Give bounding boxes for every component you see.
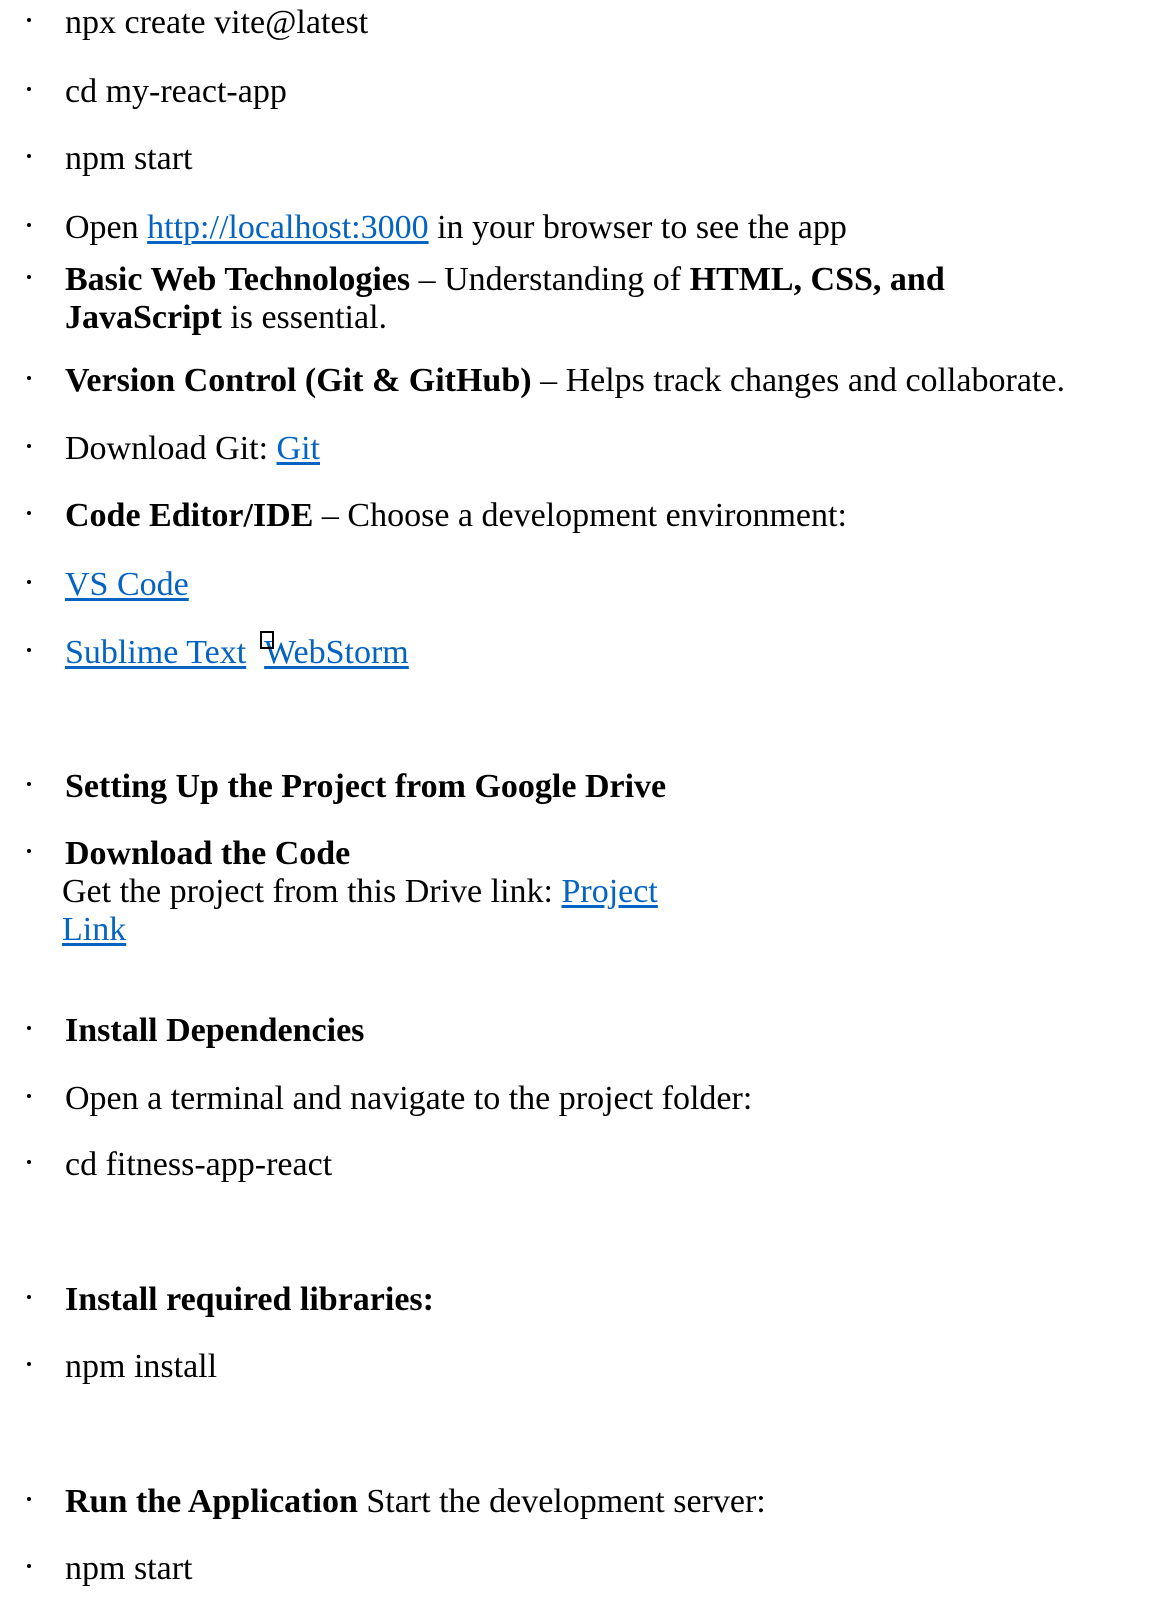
bullet-icon	[27, 87, 31, 91]
emphasis-text: HTML, CSS, and	[689, 261, 945, 298]
bullet-icon	[27, 511, 31, 515]
section-heading: Install Dependencies	[65, 1012, 365, 1049]
sublime-text-link[interactable]: Sublime Text	[65, 634, 246, 671]
bullet-icon	[27, 580, 31, 584]
heading-text: Code Editor/IDE	[65, 497, 314, 534]
bullet-icon	[27, 275, 31, 279]
list-item-text: cd my-react-app	[65, 73, 287, 110]
download-git-text: Download Git:	[65, 430, 277, 467]
git-link[interactable]: Git	[277, 430, 320, 467]
bullet-icon	[27, 849, 31, 853]
list-item-text: Open http://localhost:3000 in your brows…	[65, 209, 847, 247]
webstorm-link[interactable]: WebStorm	[264, 634, 409, 671]
heading-text: Version Control (Git & GitHub)	[65, 362, 532, 399]
bullet-icon	[27, 444, 31, 448]
project-link-continued[interactable]: Link	[62, 911, 126, 948]
description-text: – Helps track changes and collaborate.	[531, 362, 1065, 399]
bullet-icon	[27, 782, 31, 786]
bullet-icon	[27, 1026, 31, 1030]
section-heading: Setting Up the Project from Google Drive	[65, 768, 667, 805]
list-item-text: npm install	[65, 1348, 218, 1385]
emphasis-text: JavaScript	[65, 299, 222, 336]
list-item-text: npx create vite@latest	[65, 4, 369, 41]
list-item-text: Open a terminal and navigate to the proj…	[65, 1080, 753, 1117]
description-text: – Choose a development environment:	[313, 497, 847, 534]
list-item-text: npm start	[65, 1550, 193, 1587]
second-line: JavaScript is essential.	[65, 299, 945, 337]
heading-text: Download the Code	[65, 835, 351, 872]
bullet-icon	[27, 18, 31, 22]
list-item-text: Basic Web Technologies – Understanding o…	[65, 261, 945, 337]
section-heading: Install required libraries:	[65, 1281, 434, 1318]
list-item-text: Sublime Text WebStorm	[65, 631, 409, 672]
list-item-text: Code Editor/IDE – Choose a development e…	[65, 497, 847, 535]
open-rest-text: in your browser to see the app	[428, 209, 847, 246]
open-text: Open	[65, 209, 148, 246]
list-item-text: VS Code	[65, 566, 189, 604]
list-item-text: Download the Code Get the project from t…	[62, 835, 658, 949]
drive-text: Get the project from this Drive link:	[62, 873, 562, 910]
description-text: – Understanding of	[410, 261, 690, 298]
list-item-text: cd fitness-app-react	[65, 1146, 333, 1183]
bullet-icon	[27, 1160, 31, 1164]
bullet-icon	[27, 648, 31, 652]
heading-text: Run the Application	[65, 1483, 358, 1520]
bullet-icon	[27, 1295, 31, 1299]
bullet-icon	[27, 1497, 31, 1501]
heading-text: Basic Web Technologies	[65, 261, 411, 298]
drive-line-2: Link	[62, 911, 658, 949]
bullet-icon	[27, 154, 31, 158]
bullet-icon	[27, 1564, 31, 1568]
bullet-icon	[27, 223, 31, 227]
bullet-icon	[27, 1094, 31, 1098]
description-text: Start the development server:	[357, 1483, 766, 1520]
project-link[interactable]: Project	[562, 873, 658, 910]
list-item-text: Run the Application Start the developmen…	[65, 1483, 766, 1521]
list-item-text: Download Git: Git	[65, 430, 320, 468]
bullet-icon	[27, 1362, 31, 1366]
bullet-icon	[27, 376, 31, 380]
description-text: is essential.	[221, 299, 388, 336]
list-item-text: npm start	[65, 140, 193, 177]
drive-line: Get the project from this Drive link: Pr…	[62, 873, 658, 911]
list-item-text: Version Control (Git & GitHub) – Helps t…	[65, 362, 1065, 400]
missing-glyph-icon	[260, 631, 275, 649]
vs-code-link[interactable]: VS Code	[65, 566, 189, 603]
document-page: npx create vite@latest cd my-react-app n…	[0, 0, 1169, 1622]
localhost-link[interactable]: http://localhost:3000	[147, 209, 428, 246]
